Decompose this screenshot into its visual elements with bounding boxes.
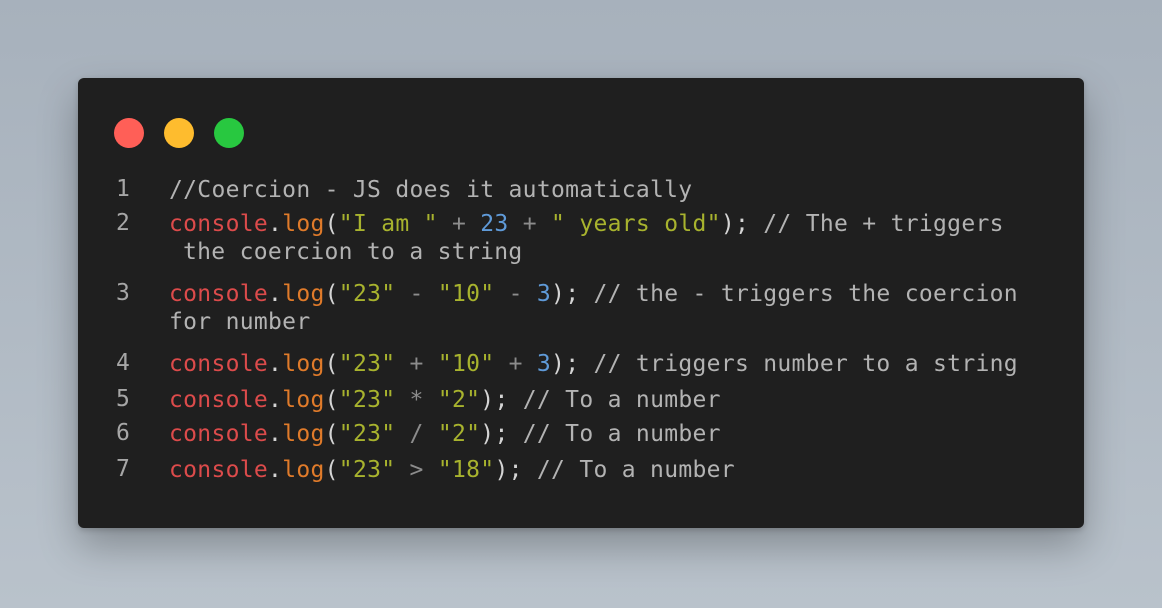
code-object: console bbox=[169, 351, 269, 377]
line-number: 3 bbox=[116, 280, 131, 306]
code-operator: / bbox=[395, 421, 438, 447]
code-object: console bbox=[169, 281, 269, 307]
code-operator: + bbox=[494, 351, 537, 377]
code-operator: + bbox=[508, 211, 552, 237]
code-string: "23" bbox=[338, 351, 396, 377]
code-dot: . bbox=[268, 387, 283, 413]
close-window-button[interactable] bbox=[114, 118, 144, 148]
code-paren-close: ); bbox=[720, 211, 750, 237]
code-paren-open: ( bbox=[324, 211, 339, 237]
line-number: 1 bbox=[116, 176, 131, 202]
code-string: "18" bbox=[437, 457, 495, 483]
code-paren-close: ); bbox=[551, 351, 580, 377]
code-paren-open: ( bbox=[324, 351, 339, 377]
line-content-wrap: the coercion to a string bbox=[169, 238, 1083, 266]
code-dot: . bbox=[268, 457, 283, 483]
code-string: " years old" bbox=[551, 211, 721, 237]
code-number: 3 bbox=[536, 351, 552, 377]
code-function: log bbox=[282, 281, 325, 307]
line-content-wrap: for number bbox=[169, 308, 1069, 336]
code-string: "23" bbox=[338, 281, 396, 307]
code-string: "2" bbox=[437, 421, 481, 447]
code-operator: + bbox=[437, 211, 481, 237]
code-paren-close: ); bbox=[480, 421, 509, 447]
code-string: "2" bbox=[437, 387, 481, 413]
code-paren-open: ( bbox=[324, 421, 339, 447]
code-comment: // To a number bbox=[508, 387, 721, 413]
code-operator: > bbox=[395, 457, 438, 483]
code-comment: // To a number bbox=[522, 457, 735, 483]
code-string: "23" bbox=[338, 387, 396, 413]
line-number: 4 bbox=[116, 350, 131, 376]
code-paren-open: ( bbox=[324, 387, 339, 413]
code-paren-close: ); bbox=[494, 457, 523, 483]
line-content: console.log("23" + "10" + 3); // trigger… bbox=[169, 350, 1069, 378]
code-function: log bbox=[282, 421, 325, 447]
code-function: log bbox=[282, 457, 325, 483]
code-function: log bbox=[282, 351, 325, 377]
code-window: 1 //Coercion - JS does it automatically … bbox=[78, 78, 1084, 528]
code-dot: . bbox=[268, 351, 283, 377]
code-paren-close: ); bbox=[480, 387, 509, 413]
code-dot: . bbox=[268, 421, 283, 447]
line-number: 5 bbox=[116, 386, 131, 412]
code-paren-close: ); bbox=[551, 281, 580, 307]
code-comment: // triggers number to a string bbox=[579, 351, 1018, 377]
code-operator: * bbox=[395, 387, 438, 413]
code-function: log bbox=[282, 387, 325, 413]
line-content: console.log("23" - "10" - 3); // the - t… bbox=[169, 280, 1069, 308]
code-string: "23" bbox=[338, 421, 396, 447]
code-object: console bbox=[169, 387, 269, 413]
minimize-window-button[interactable] bbox=[164, 118, 194, 148]
code-dot: . bbox=[268, 211, 283, 237]
line-number: 7 bbox=[116, 456, 131, 482]
code-comment: //Coercion - JS does it automatically bbox=[169, 177, 693, 203]
code-object: console bbox=[169, 457, 269, 483]
code-number: 3 bbox=[536, 281, 552, 307]
maximize-window-button[interactable] bbox=[214, 118, 244, 148]
code-string: "10" bbox=[437, 281, 495, 307]
code-operator: + bbox=[395, 351, 438, 377]
code-paren-open: ( bbox=[324, 281, 339, 307]
line-content: //Coercion - JS does it automatically bbox=[169, 176, 1069, 204]
code-comment: // To a number bbox=[508, 421, 721, 447]
line-content: console.log("I am " + 23 + " years old")… bbox=[169, 210, 1069, 238]
line-content: console.log("23" > "18"); // To a number bbox=[169, 456, 1069, 484]
line-number: 6 bbox=[116, 420, 131, 446]
code-operator: - bbox=[395, 281, 438, 307]
code-dot: . bbox=[268, 281, 283, 307]
line-content: console.log("23" * "2"); // To a number bbox=[169, 386, 1069, 414]
code-comment: // the - triggers the coercion bbox=[579, 281, 1018, 307]
code-comment: for number bbox=[169, 309, 311, 335]
code-function: log bbox=[282, 211, 325, 237]
code-comment: the coercion to a string bbox=[183, 239, 523, 265]
line-content: console.log("23" / "2"); // To a number bbox=[169, 420, 1069, 448]
line-number: 2 bbox=[116, 210, 131, 236]
code-string: "23" bbox=[338, 457, 396, 483]
code-string: "I am " bbox=[338, 211, 438, 237]
code-operator: - bbox=[494, 281, 537, 307]
code-number: 23 bbox=[480, 211, 509, 237]
code-paren-open: ( bbox=[324, 457, 339, 483]
code-object: console bbox=[169, 211, 269, 237]
code-object: console bbox=[169, 421, 269, 447]
code-comment: // The + triggers bbox=[749, 211, 1004, 237]
code-string: "10" bbox=[437, 351, 495, 377]
